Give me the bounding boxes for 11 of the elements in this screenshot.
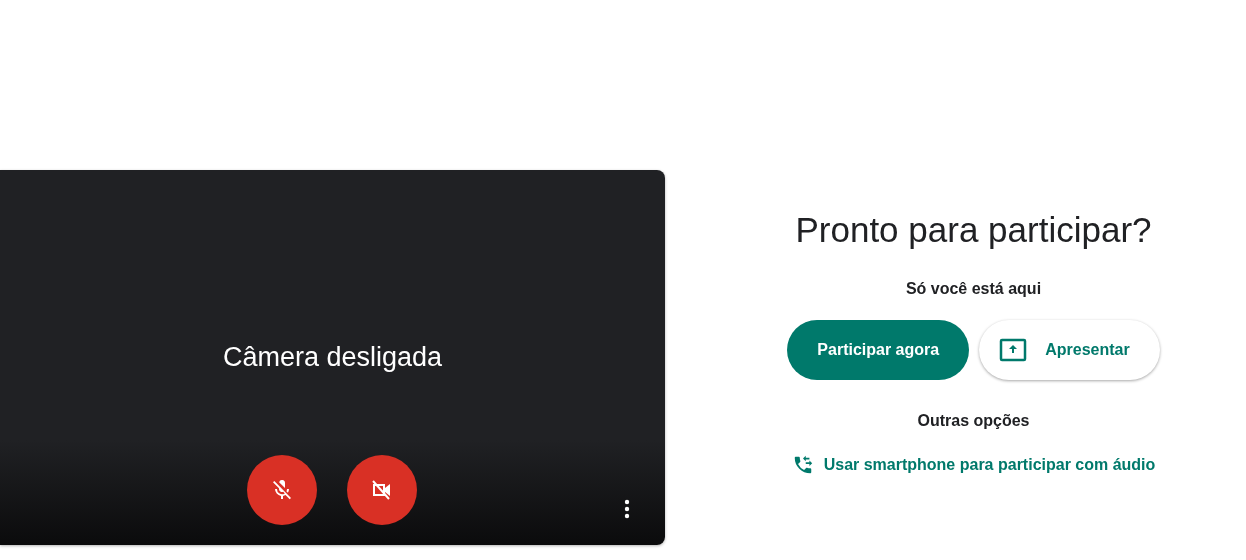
other-options-heading: Outras opções	[917, 412, 1030, 430]
present-screen-icon	[999, 338, 1028, 362]
present-button[interactable]: Apresentar	[979, 320, 1160, 380]
camera-off-message: Câmera desligada	[222, 342, 443, 373]
join-button[interactable]: Participar agora	[787, 320, 970, 380]
more-options-button[interactable]	[622, 497, 632, 521]
muted-microphone-icon	[270, 478, 294, 502]
more-icon	[624, 499, 630, 519]
participants-status: Só você está aqui	[905, 280, 1042, 298]
join-heading: Pronto para participar?	[795, 210, 1152, 250]
phone-audio-link[interactable]: Usar smartphone para participar com áudio	[791, 454, 1156, 476]
